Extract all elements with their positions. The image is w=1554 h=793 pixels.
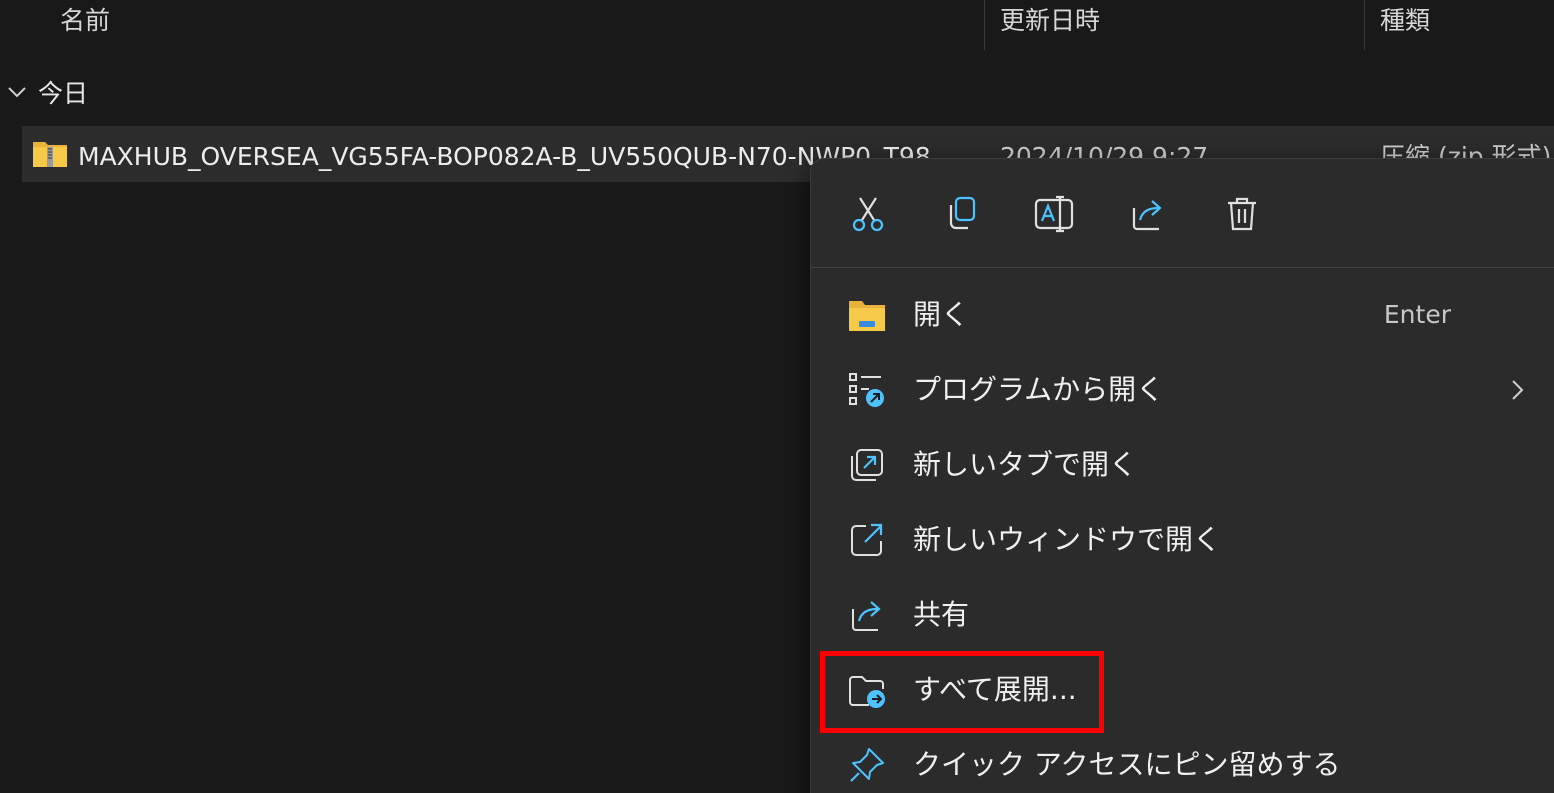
menu-item-share[interactable]: 共有	[823, 583, 1554, 647]
highlight-box	[820, 651, 1104, 733]
menu-item-label: 共有	[913, 598, 970, 631]
column-header-type[interactable]: 種類	[1380, 0, 1554, 50]
menu-item-label: 新しいウィンドウで開く	[913, 523, 1222, 556]
cut-button[interactable]	[843, 189, 893, 239]
menu-item-open-new-tab[interactable]: 新しいタブで開く	[823, 433, 1554, 497]
copy-icon	[949, 196, 976, 230]
open-with-icon	[849, 373, 884, 407]
menu-item-open-new-window[interactable]: 新しいウィンドウで開く	[823, 508, 1554, 572]
share-icon	[852, 601, 881, 631]
menu-item-shortcut: Enter	[1383, 300, 1451, 329]
rename-button[interactable]	[1030, 189, 1080, 239]
cut-icon	[852, 197, 884, 232]
menu-item-label: 新しいタブで開く	[913, 448, 1138, 481]
menu-item-pin-quick-access[interactable]: クイック アクセスにピン留めする	[823, 733, 1554, 793]
column-header-name[interactable]: 名前	[60, 0, 980, 50]
file-name: MAXHUB_OVERSEA_VG55FA-BOP082A-B_UV550QUB…	[78, 142, 931, 171]
column-divider[interactable]	[984, 0, 985, 50]
menu-divider	[811, 267, 1554, 268]
delete-button[interactable]	[1217, 189, 1267, 239]
delete-icon	[1228, 197, 1256, 231]
chevron-right-icon	[1512, 380, 1524, 400]
copy-button[interactable]	[936, 189, 986, 239]
zip-folder-icon	[33, 142, 67, 167]
new-window-icon	[851, 523, 883, 556]
column-header-date[interactable]: 更新日時	[1000, 0, 1360, 50]
folder-icon	[849, 301, 885, 331]
chevron-down-icon	[8, 87, 26, 98]
new-tab-icon	[851, 449, 883, 481]
context-menu-toolbar	[811, 159, 1554, 267]
menu-item-label: クイック アクセスにピン留めする	[913, 748, 1341, 781]
column-divider[interactable]	[1364, 0, 1365, 50]
group-header-today[interactable]: 今日	[6, 72, 88, 112]
share-button[interactable]	[1123, 189, 1173, 239]
menu-item-open[interactable]: 開く Enter	[823, 283, 1554, 347]
menu-item-open-with[interactable]: プログラムから開く	[823, 358, 1554, 422]
rename-icon	[1034, 195, 1074, 233]
pin-icon	[850, 748, 884, 782]
menu-item-label: プログラムから開く	[913, 373, 1165, 406]
group-label: 今日	[38, 79, 89, 108]
share-icon	[1132, 200, 1162, 231]
column-header-bar: 名前 更新日時 種類	[0, 0, 1554, 50]
menu-item-label: 開く	[913, 298, 970, 331]
file-explorer-view: 名前 更新日時 種類 今日 MAXHUB_OVERSEA_VG55FA-BOP0…	[0, 0, 1554, 793]
